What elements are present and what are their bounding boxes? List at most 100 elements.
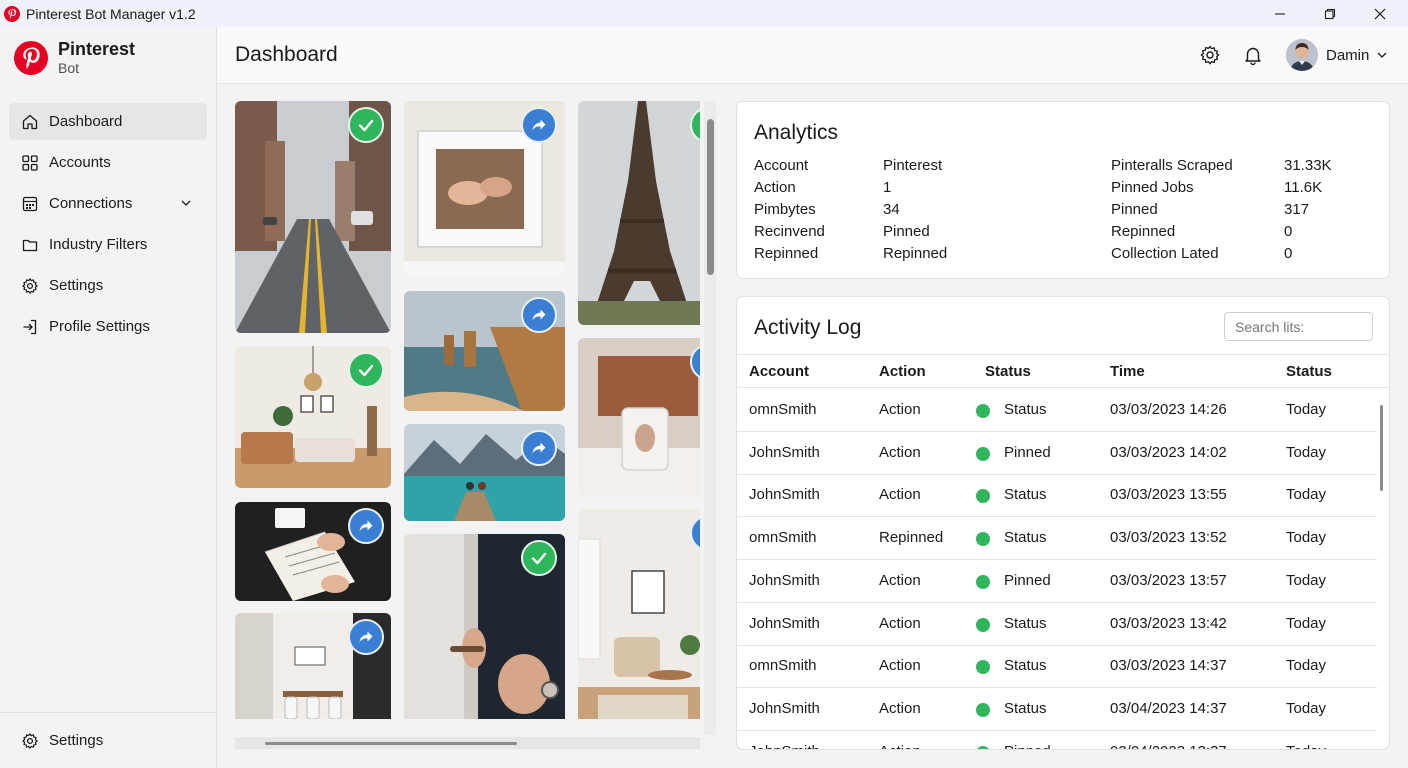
table-row[interactable]: JohnSmith Action Status 03/03/2023 13:42 Tod…: [737, 603, 1377, 646]
account-cell: JohnSmith: [749, 571, 820, 589]
scroll-thumb[interactable]: [707, 119, 714, 275]
account-cell: JohnSmith: [749, 614, 820, 632]
stat-label: Pinteralls Scraped: [1111, 157, 1233, 174]
column-header[interactable]: Status: [1286, 363, 1332, 380]
day-cell: Today: [1286, 443, 1327, 461]
pin-tile[interactable]: [235, 502, 391, 601]
sidebar-item-label: Dashboard: [49, 113, 123, 130]
pin-tile[interactable]: [235, 101, 391, 333]
window-title: Pinterest Bot Manager v1.2: [26, 5, 196, 22]
table-row[interactable]: JohnSmith Action Pinned 03/04/2023 13:37 Tod…: [737, 731, 1377, 749]
brand: Pinterest Bot: [14, 40, 135, 75]
close-button[interactable]: [1356, 0, 1404, 27]
day-cell: Today: [1286, 571, 1327, 589]
column-header[interactable]: Account: [749, 363, 809, 380]
armchair-interior-image: [578, 509, 700, 719]
restore-button[interactable]: [1306, 0, 1354, 27]
pin-tile[interactable]: [235, 346, 391, 488]
stat-value: 0: [1284, 223, 1293, 240]
gear-icon: [22, 732, 38, 749]
brand-name: Pinterest: [58, 39, 136, 59]
pin-gallery: [217, 84, 717, 768]
time-cell: 03/03/2023 13:57: [1110, 571, 1227, 589]
action-cell: Action: [879, 571, 921, 589]
sidebar-item-connections[interactable]: Connections: [9, 185, 207, 222]
table-row[interactable]: JohnSmith Action Status 03/03/2023 13:55 Tod…: [737, 474, 1377, 518]
pin-tile[interactable]: [404, 291, 565, 411]
table-row[interactable]: omnSmith Action Status 03/03/2023 14:26 Toda…: [737, 389, 1377, 432]
sidebar-item-profile-settings[interactable]: Profile Settings: [9, 308, 207, 345]
scroll-thumb[interactable]: [265, 742, 517, 745]
account-cell: JohnSmith: [749, 743, 820, 749]
share-icon: [532, 442, 546, 454]
stat-label: Account: [754, 157, 809, 174]
sidebar-item-label: Industry Filters: [49, 236, 148, 253]
day-cell: Today: [1286, 699, 1327, 717]
status-cell: Status: [1004, 401, 1047, 418]
action-cell: Action: [879, 699, 921, 717]
sidebar-nav: Dashboard Accounts Connections Industry …: [9, 103, 207, 349]
stat-label: Repinned: [754, 245, 819, 262]
status-badge: [348, 508, 384, 544]
column-header[interactable]: Action: [879, 363, 926, 380]
stat-value: 317: [1284, 201, 1310, 218]
search-input[interactable]: [1224, 312, 1373, 341]
home-icon: [22, 114, 38, 129]
table-row[interactable]: omnSmith Action Status 03/03/2023 14:37 Toda…: [737, 645, 1377, 689]
table-row[interactable]: JohnSmith Action Pinned 03/03/2023 13:57 Tod…: [737, 560, 1377, 603]
table-row[interactable]: JohnSmith Action Status 03/04/2023 14:37 Tod…: [737, 688, 1377, 731]
time-cell: 03/03/2023 13:52: [1110, 529, 1227, 547]
settings-gear-icon[interactable]: [1199, 44, 1221, 66]
time-cell: 03/03/2023 13:42: [1110, 614, 1227, 632]
signin-icon: [23, 319, 37, 334]
pin-tile[interactable]: [404, 534, 565, 719]
sidebar-item-industry-filters[interactable]: Industry Filters: [9, 226, 207, 263]
stat-label: Repinned: [1111, 223, 1176, 240]
gallery-horizontal-scrollbar[interactable]: [235, 737, 700, 749]
user-menu[interactable]: Damin: [1286, 39, 1388, 71]
day-cell: Today: [1286, 401, 1327, 418]
chevron-down-icon: [1377, 52, 1387, 58]
pin-tile[interactable]: [404, 424, 565, 521]
action-cell: Action: [879, 614, 921, 632]
stat-value: 34: [883, 201, 900, 218]
pin-tile[interactable]: [578, 101, 700, 325]
sidebar-item-accounts[interactable]: Accounts: [9, 144, 207, 181]
brand-subtitle: Bot: [58, 60, 80, 76]
account-cell: JohnSmith: [749, 699, 820, 717]
status-badge: [348, 107, 384, 143]
status-badge: [521, 107, 557, 143]
status-cell: Status: [1004, 614, 1047, 632]
pin-tile[interactable]: [578, 338, 700, 496]
stat-value: 1: [883, 179, 892, 196]
minimize-button[interactable]: [1256, 0, 1304, 27]
chevron-down-icon[interactable]: [179, 196, 193, 210]
gallery-vertical-scrollbar[interactable]: [704, 101, 716, 735]
sidebar-bottom-label: Settings: [49, 732, 104, 749]
pin-tile[interactable]: [235, 613, 391, 719]
header: Dashboard Damin: [217, 27, 1408, 84]
day-cell: Today: [1286, 614, 1327, 632]
status-dot-icon: [976, 702, 990, 717]
table-row[interactable]: omnSmith Repinned Status 03/03/2023 13:52 To…: [737, 517, 1377, 561]
notification-bell-icon[interactable]: [1242, 44, 1264, 66]
sidebar-item-label: Settings: [49, 277, 104, 294]
activity-log-scroll-thumb[interactable]: [1380, 405, 1383, 491]
column-header[interactable]: Time: [1110, 363, 1145, 380]
table-row[interactable]: JohnSmith Action Pinned 03/03/2023 14:02 Tod…: [737, 432, 1377, 475]
pin-tile[interactable]: [578, 509, 700, 719]
day-cell: Today: [1286, 529, 1327, 547]
pinterest-app-icon: [4, 5, 20, 22]
sidebar-bottom-settings[interactable]: Settings: [0, 712, 216, 768]
stat-value: 0: [1284, 245, 1293, 262]
analytics-title: Analytics: [754, 121, 839, 144]
status-cell: Pinned: [1004, 743, 1051, 749]
account-cell: JohnSmith: [749, 486, 820, 504]
column-header[interactable]: Status: [985, 363, 1031, 380]
stat-label: Action: [754, 179, 796, 196]
sidebar-item-settings[interactable]: Settings: [9, 267, 207, 304]
sidebar-item-dashboard[interactable]: Dashboard: [9, 103, 207, 140]
pin-tile[interactable]: [404, 101, 565, 277]
status-dot-icon: [976, 489, 990, 504]
time-cell: 03/03/2023 14:02: [1110, 443, 1227, 461]
